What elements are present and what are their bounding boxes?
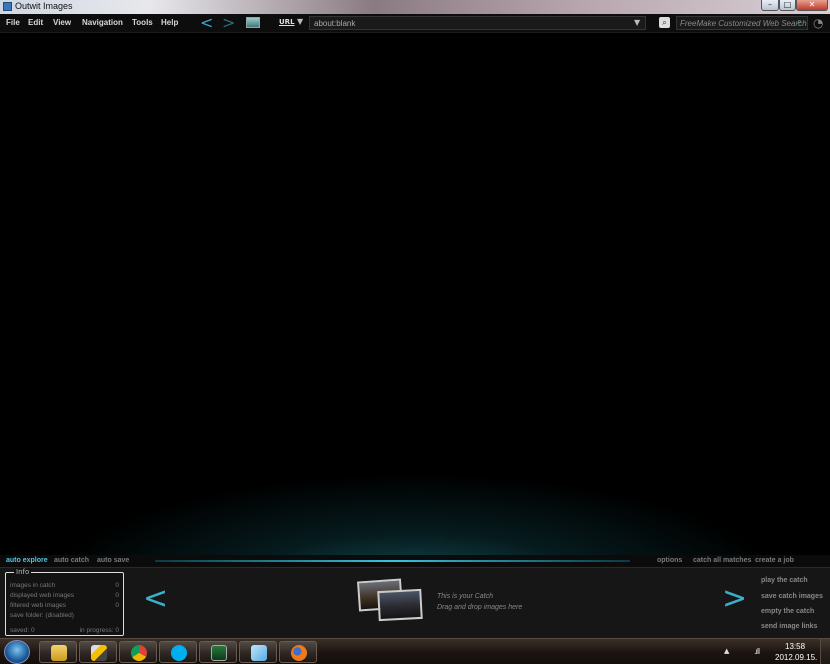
view-glow: [40, 473, 790, 555]
loading-spinner-icon: ◔: [813, 16, 824, 30]
taskbar: ▲ .ıll 13:58 2012.09.15.: [0, 638, 830, 664]
clock-time[interactable]: 13:58: [785, 642, 805, 651]
taskbar-chrome[interactable]: [119, 641, 157, 663]
info-label: save folder: (disabled): [10, 612, 74, 619]
in-progress-count: in progress: 0: [79, 627, 119, 634]
info-title: Info: [14, 568, 32, 576]
catch-hint-title: This is your Catch: [437, 593, 494, 600]
folder-icon: [51, 645, 67, 661]
forward-arrow-icon[interactable]: >: [222, 15, 235, 31]
close-button[interactable]: ✕: [796, 0, 828, 11]
menu-navigation[interactable]: Navigation: [82, 18, 123, 27]
skype-icon: [171, 645, 187, 661]
maximize-button[interactable]: □: [779, 0, 796, 11]
catch-panel: Info images in catch 0 displayed web ima…: [0, 567, 830, 638]
taskbar-app[interactable]: [79, 641, 117, 663]
empty-catch-link[interactable]: empty the catch: [761, 608, 814, 615]
window-title: Outwit Images: [15, 1, 73, 11]
catch-scroll-right-icon[interactable]: >: [722, 584, 747, 614]
title-bar: Outwit Images – □ ✕: [0, 0, 830, 14]
chrome-icon: [131, 645, 147, 661]
info-label: images in catch: [10, 582, 56, 589]
app-icon: [91, 645, 107, 661]
url-input[interactable]: about:blank: [309, 16, 646, 30]
minimize-button[interactable]: –: [761, 0, 779, 11]
auto-catch-toggle[interactable]: auto catch: [54, 557, 89, 564]
taskbar-notes[interactable]: [239, 641, 277, 663]
catch-hint-subtitle: Drag and drop images here: [437, 604, 523, 611]
app-icon: [3, 2, 12, 11]
send-image-links-link[interactable]: send image links: [761, 623, 817, 630]
menu-tools[interactable]: Tools: [132, 18, 153, 27]
auto-save-toggle[interactable]: auto save: [97, 557, 129, 564]
taskbar-explorer[interactable]: [39, 641, 77, 663]
info-box: Info images in catch 0 displayed web ima…: [5, 568, 124, 636]
notes-icon: [251, 645, 267, 661]
show-desktop-button[interactable]: [820, 639, 830, 664]
info-value: 0: [115, 582, 119, 589]
search-engine-icon[interactable]: ⌕: [659, 17, 670, 28]
create-job-link[interactable]: create a job: [755, 557, 794, 564]
auto-explore-toggle[interactable]: auto explore: [6, 557, 48, 564]
info-label: filtered web images: [10, 602, 66, 609]
photo-thumb: [377, 588, 423, 622]
menu-help[interactable]: Help: [161, 18, 178, 27]
terminal-icon: [211, 645, 227, 661]
saved-count: saved: 0: [10, 627, 35, 634]
start-button[interactable]: [4, 640, 30, 664]
info-value: 0: [115, 592, 119, 599]
info-label: displayed web images: [10, 592, 74, 599]
toolbar: File Edit View Navigation Tools Help < >…: [0, 14, 830, 33]
save-catch-images-link[interactable]: save catch images: [761, 593, 823, 600]
progress-line: [155, 560, 630, 562]
search-go-icon[interactable]: ⌕: [797, 17, 802, 27]
play-catch-link[interactable]: play the catch: [761, 577, 808, 584]
menu-view[interactable]: View: [53, 18, 71, 27]
url-dropdown-icon[interactable]: ▼: [297, 17, 303, 26]
browser-view[interactable]: [0, 33, 830, 555]
catch-scroll-left-icon[interactable]: <: [143, 584, 168, 614]
search-input[interactable]: FreeMake Customized Web Search: [676, 16, 808, 30]
options-link[interactable]: options: [657, 557, 682, 564]
taskbar-terminal[interactable]: [199, 641, 237, 663]
firefox-icon: [291, 645, 307, 661]
back-arrow-icon[interactable]: <: [200, 15, 213, 31]
clock-date[interactable]: 2012.09.15.: [775, 653, 817, 662]
taskbar-skype[interactable]: [159, 641, 197, 663]
taskbar-firefox[interactable]: [279, 641, 317, 663]
mode-bar: auto explore auto catch auto save option…: [0, 555, 830, 567]
catch-all-matches-link[interactable]: catch all matches: [693, 557, 751, 564]
tray-expand-icon[interactable]: ▲: [724, 647, 729, 655]
menu-file[interactable]: File: [6, 18, 20, 27]
url-history-dropdown-icon[interactable]: ▼: [634, 18, 640, 27]
catch-photos-icon: [357, 578, 428, 622]
catch-image-icon[interactable]: [246, 17, 260, 28]
url-label[interactable]: URL: [279, 18, 295, 26]
info-value: 0: [115, 602, 119, 609]
menu-edit[interactable]: Edit: [28, 18, 43, 27]
network-signal-icon[interactable]: .ıll: [754, 647, 760, 656]
